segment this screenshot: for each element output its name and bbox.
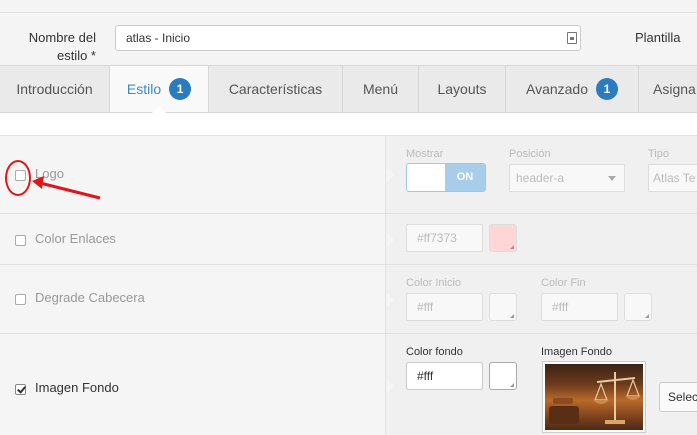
select-image-button[interactable]: Selec <box>659 382 697 412</box>
toggle-on-label: ON <box>445 164 485 191</box>
color-enlaces-label: Color Enlaces <box>35 231 116 246</box>
imagen-fondo-checkbox[interactable] <box>15 384 26 395</box>
color-fin-input[interactable]: #fff <box>541 293 618 321</box>
style-name-label: Nombre del estilo * <box>28 30 96 63</box>
row-pointer <box>386 292 394 308</box>
degrade-cabecera-label: Degrade Cabecera <box>35 290 145 305</box>
imagen-fondo-field-label: Imagen Fondo <box>541 346 612 358</box>
chevron-down-icon <box>608 176 616 181</box>
color-enlaces-swatch[interactable] <box>489 224 517 252</box>
color-fondo-input[interactable]: #fff <box>406 362 483 390</box>
tipo-input[interactable]: Atlas Te <box>648 164 697 192</box>
tab-layouts[interactable]: Layouts <box>419 66 506 112</box>
plantilla-label: Plantilla <box>635 30 681 45</box>
logo-label: Logo <box>35 166 64 181</box>
imagen-fondo-label: Imagen Fondo <box>35 380 119 395</box>
color-enlaces-input[interactable]: #ff7373 <box>406 224 483 252</box>
tab-menu[interactable]: Menú <box>343 66 419 112</box>
color-fondo-label: Color fondo <box>406 346 463 358</box>
color-inicio-swatch[interactable] <box>489 293 517 321</box>
mostrar-label: Mostrar <box>406 148 444 160</box>
top-strip <box>0 0 697 13</box>
color-inicio-input[interactable]: #fff <box>406 293 483 321</box>
color-inicio-label: Color Inicio <box>406 277 462 289</box>
posicion-label: Posición <box>509 148 551 160</box>
color-fondo-swatch[interactable] <box>489 362 517 390</box>
tab-introduccion[interactable]: Introducción <box>0 66 110 112</box>
style-name-input[interactable]: atlas - Inicio <box>115 25 581 51</box>
tab-badge: 1 <box>596 77 618 100</box>
spacer <box>0 113 697 135</box>
tipo-label: Tipo <box>648 148 669 160</box>
mostrar-toggle[interactable]: ON <box>406 163 486 192</box>
row-pointer <box>386 167 394 183</box>
degrade-cabecera-checkbox[interactable] <box>15 294 26 305</box>
tab-bar: Introducción Estilo 1 Características Men… <box>0 65 697 113</box>
posicion-select[interactable]: header-a <box>509 164 625 192</box>
scales-icon <box>549 372 641 424</box>
tab-avanzado[interactable]: Avanzado 1 <box>506 66 639 112</box>
color-fin-label: Color Fin <box>541 277 586 289</box>
tab-badge: 1 <box>169 77 192 100</box>
tab-asignacion[interactable]: Asigna <box>639 66 697 112</box>
style-name-row: Nombre del estilo * atlas - Inicio Plant… <box>0 13 697 65</box>
color-fin-swatch[interactable] <box>624 293 652 321</box>
row-pointer <box>386 378 394 394</box>
justice-scales-image <box>545 364 643 430</box>
row-pointer <box>386 232 394 248</box>
color-enlaces-checkbox[interactable] <box>15 235 26 246</box>
contact-card-icon <box>567 32 577 44</box>
background-image-preview <box>542 361 646 433</box>
annotation-circle <box>5 160 31 196</box>
tab-caracteristicas[interactable]: Características <box>209 66 343 112</box>
